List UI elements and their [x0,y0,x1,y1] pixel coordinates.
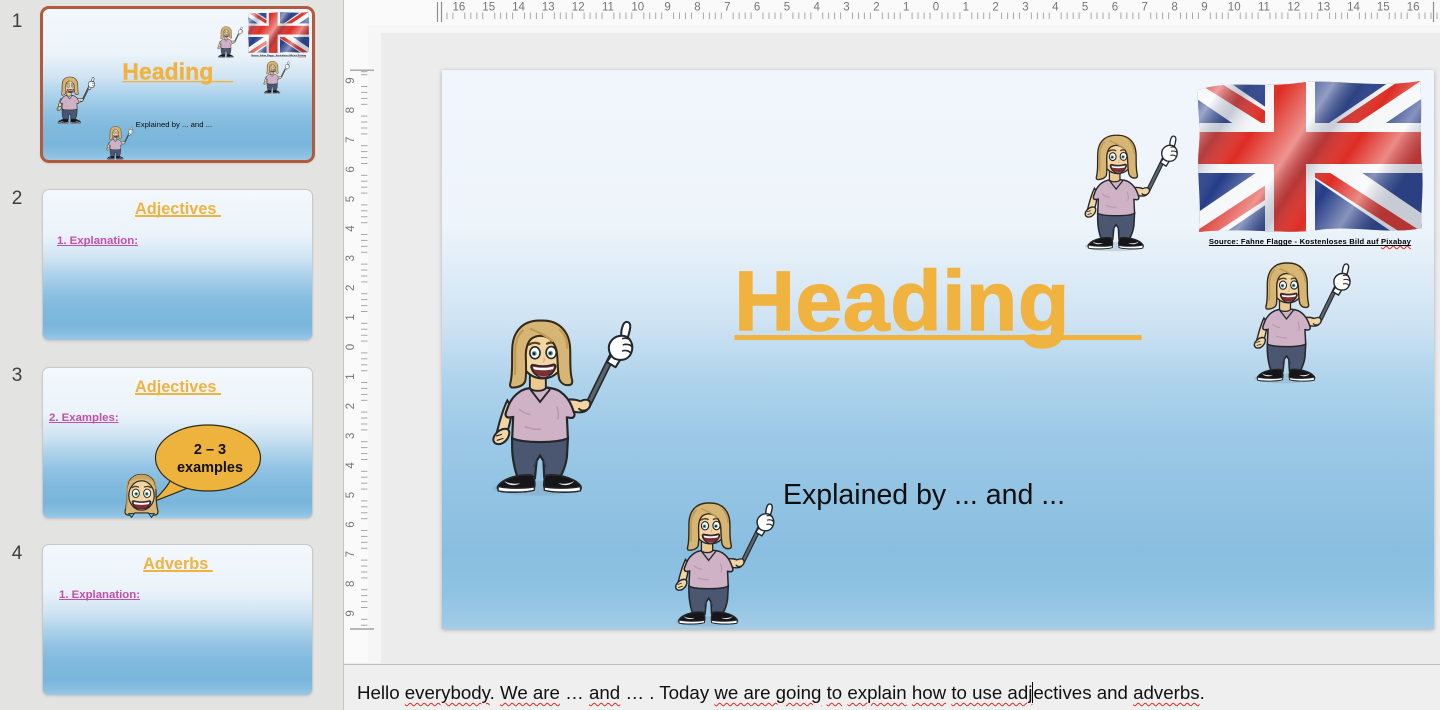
svg-text:12: 12 [572,2,585,14]
svg-text:8: 8 [694,2,700,14]
svg-text:6: 6 [345,521,357,527]
svg-text:2: 2 [873,2,879,14]
svg-text:5: 5 [1082,2,1088,14]
svg-text:7: 7 [345,137,357,143]
svg-text:3: 3 [843,2,849,14]
svg-text:14: 14 [512,2,525,14]
svg-text:1: 1 [345,314,357,320]
svg-text:3: 3 [1022,2,1028,14]
svg-text:10: 10 [631,2,644,14]
svg-text:7: 7 [345,551,357,557]
svg-text:7: 7 [1141,2,1147,14]
svg-text:2: 2 [992,2,998,14]
svg-text:6: 6 [345,166,357,172]
svg-text:8: 8 [1171,2,1177,14]
svg-text:2 – 3: 2 – 3 [194,442,226,458]
svg-text:1: 1 [345,373,357,379]
svg-text:7: 7 [724,2,730,14]
svg-text:13: 13 [1317,2,1330,14]
svg-text:2: 2 [345,285,357,291]
svg-text:11: 11 [602,2,614,14]
svg-text:1: 1 [903,2,909,14]
svg-text:11: 11 [1258,2,1270,14]
svg-text:9: 9 [345,610,357,616]
svg-text:9: 9 [664,2,670,14]
svg-text:13: 13 [542,2,555,14]
svg-text:0: 0 [933,2,939,14]
svg-text:9: 9 [345,77,357,83]
svg-text:4: 4 [1052,2,1059,14]
svg-text:3: 3 [345,255,357,261]
svg-text:10: 10 [1228,2,1241,14]
svg-text:4: 4 [813,2,820,14]
svg-text:examples: examples [177,460,243,476]
svg-text:0: 0 [345,344,357,350]
svg-text:5: 5 [345,492,357,498]
svg-text:6: 6 [754,2,760,14]
svg-text:2: 2 [345,403,357,409]
svg-text:3: 3 [345,433,357,439]
svg-text:14: 14 [1347,2,1360,14]
svg-text:9: 9 [1201,2,1207,14]
svg-text:16: 16 [453,2,466,14]
svg-text:16: 16 [1407,2,1420,14]
svg-text:1: 1 [963,2,969,14]
svg-text:4: 4 [345,225,357,232]
svg-text:4: 4 [345,462,357,469]
svg-text:12: 12 [1287,2,1300,14]
svg-text:8: 8 [345,581,357,587]
svg-text:15: 15 [1377,2,1390,14]
svg-text:15: 15 [482,2,495,14]
svg-text:5: 5 [784,2,790,14]
svg-text:6: 6 [1112,2,1118,14]
svg-text:8: 8 [345,107,357,113]
svg-text:5: 5 [345,196,357,202]
